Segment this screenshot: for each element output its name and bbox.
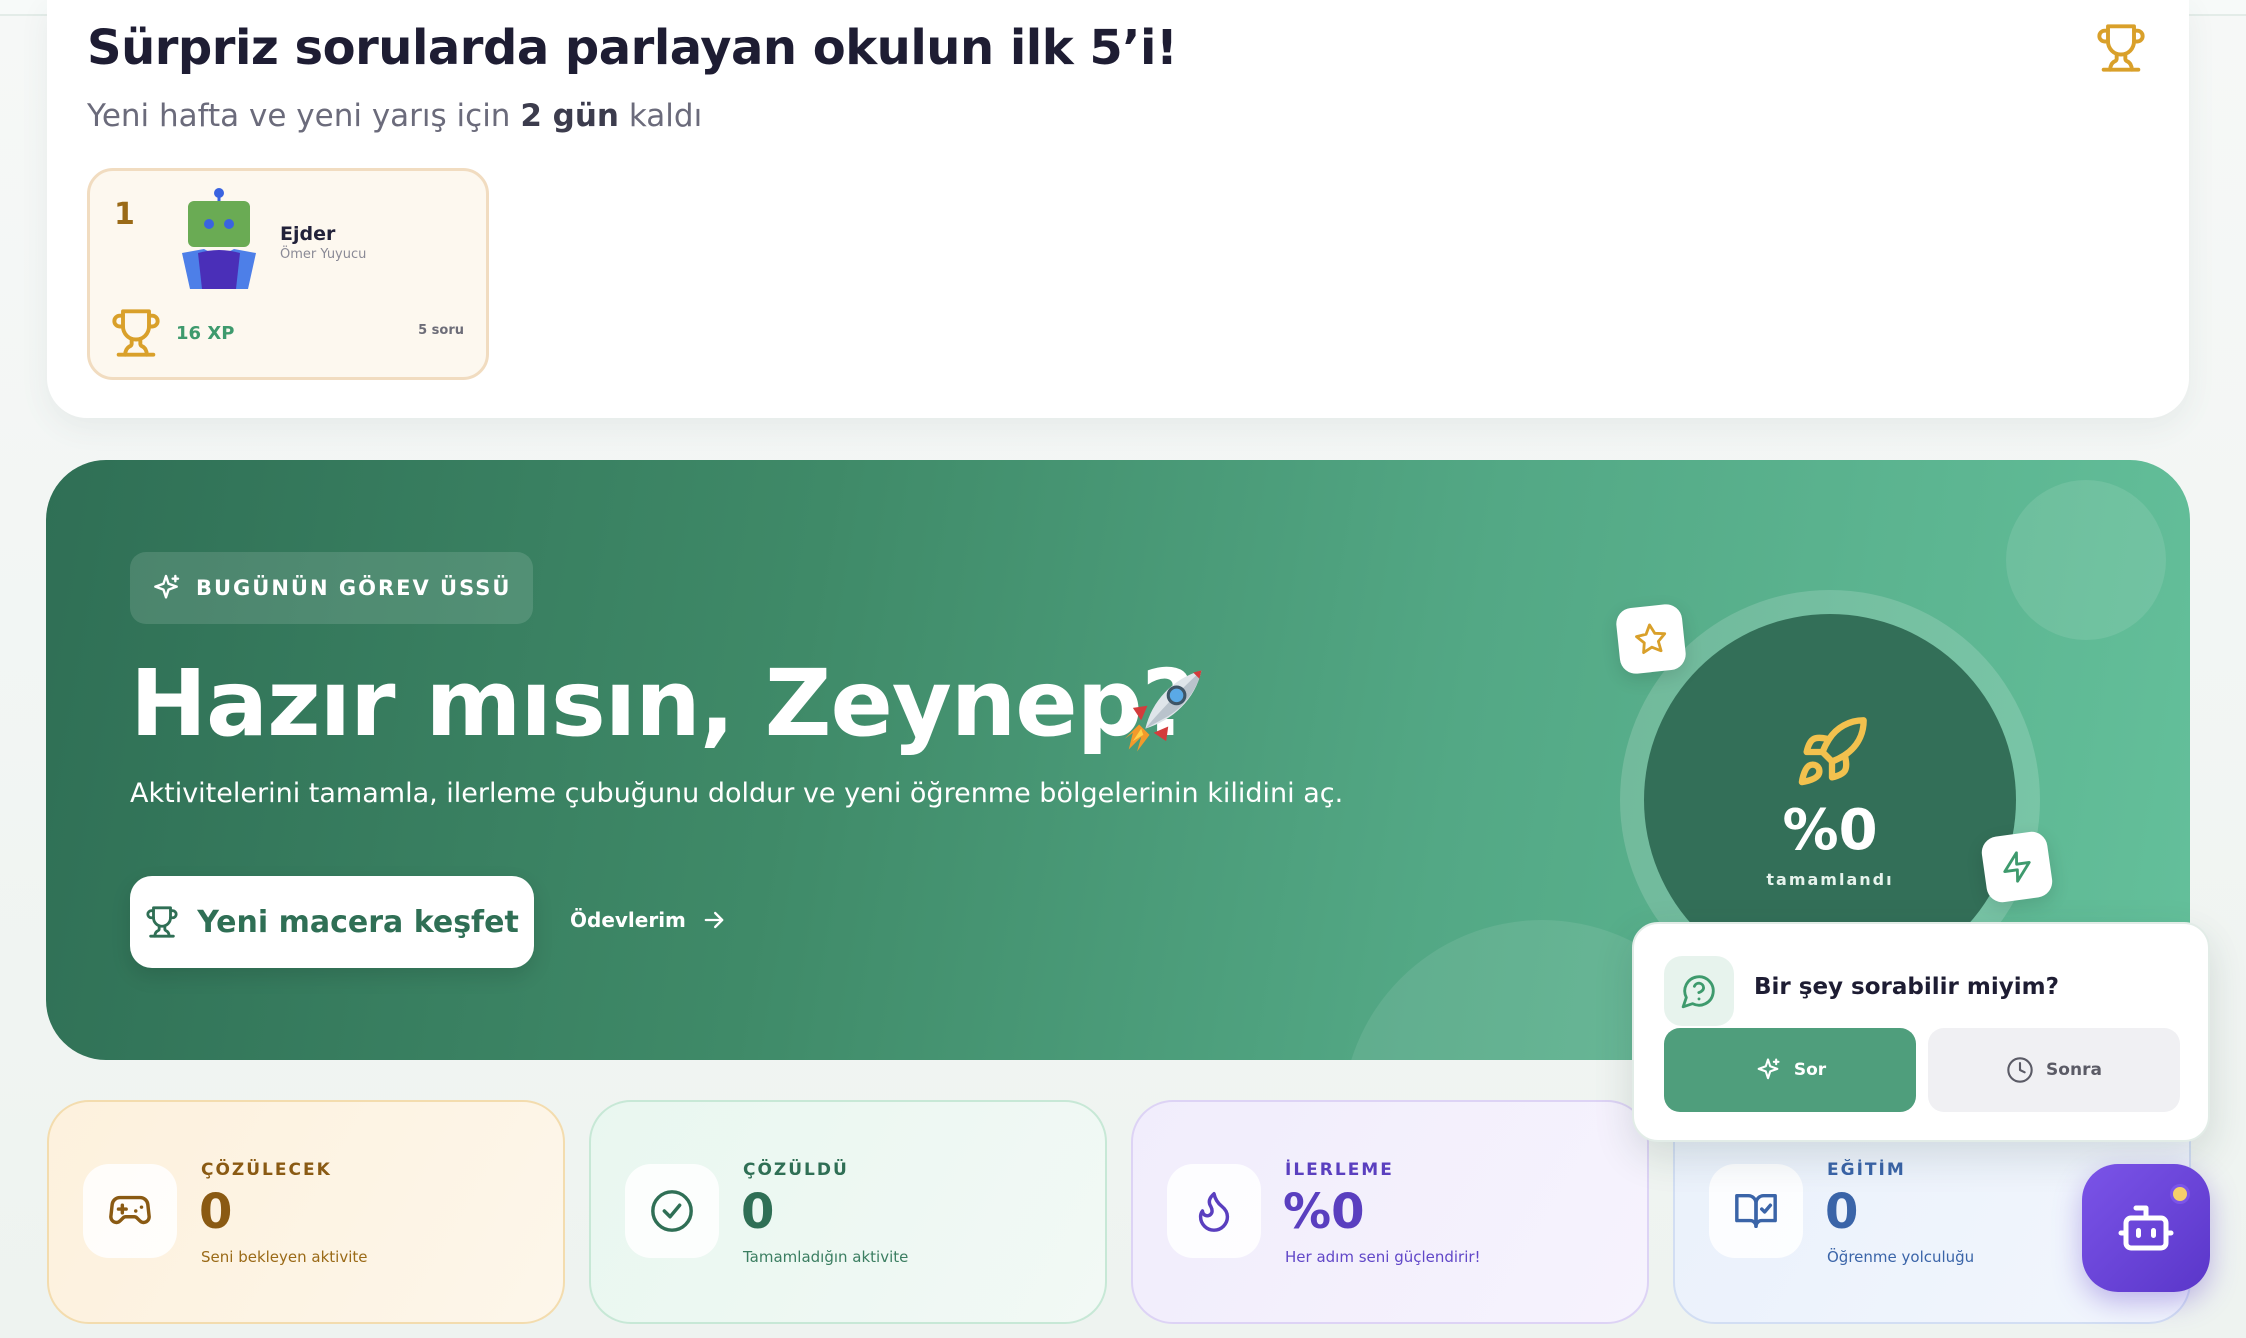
hero-badge-label: BUGÜNÜN GÖREV ÜSSÜ — [196, 576, 512, 600]
decor-circle — [2006, 480, 2166, 640]
stat-label: ÇÖZÜLDÜ — [743, 1160, 849, 1180]
leaderboard-subtitle: Yeni hafta ve yeni yarış için 2 gün kald… — [87, 98, 702, 134]
explore-adventure-label: Yeni macera keşfet — [197, 904, 519, 940]
stat-card-progress[interactable]: İLERLEME %0 Her adım seni güçlendirir! — [1131, 1100, 1649, 1324]
later-button-label: Sonra — [2046, 1060, 2102, 1080]
notification-dot — [2170, 1184, 2190, 1204]
leaderboard-entry[interactable]: 1 Ejder Ömer Yuyucu 16 XP 5 soru — [87, 168, 489, 380]
entry-student: Ömer Yuyucu — [280, 247, 367, 262]
hero-description: Aktivitelerini tamamla, ilerleme çubuğun… — [130, 778, 1344, 809]
question-bubble-icon — [1681, 975, 1715, 1009]
leaderboard-title: Sürpriz sorularda parlayan okulun ilk 5’… — [87, 20, 1178, 76]
ask-popup-title: Bir şey sorabilir miyim? — [1754, 974, 2059, 1000]
star-icon — [1635, 623, 1667, 655]
assistant-bot-button[interactable] — [2082, 1164, 2210, 1292]
sparkles-icon — [154, 574, 180, 599]
trophy-icon — [146, 906, 178, 938]
ask-button-label: Sor — [1793, 1060, 1827, 1080]
homework-link-label: Ödevlerim — [570, 908, 686, 932]
gamepad-icon — [109, 1195, 151, 1225]
subtitle-days: 2 gün — [520, 98, 620, 134]
entry-xp: 16 XP — [176, 323, 235, 344]
stat-label: İLERLEME — [1285, 1160, 1394, 1180]
leaderboard-card: Sürpriz sorularda parlayan okulun ilk 5’… — [47, 0, 2189, 418]
stat-icon-box — [1167, 1164, 1261, 1258]
hero-title: Hazır mısın, Zeynep? — [130, 650, 1195, 757]
sparkles-icon — [1757, 1058, 1780, 1080]
homework-link[interactable]: Ödevlerim — [570, 900, 728, 940]
subtitle-prefix: Yeni hafta ve yeni yarış için — [87, 98, 511, 134]
bolt-icon — [2003, 851, 2031, 883]
assistant-prompt-popup: Bir şey sorabilir miyim? Sor Sonra — [1632, 922, 2210, 1142]
rank-number: 1 — [114, 197, 135, 232]
stat-card-solved[interactable]: ÇÖZÜLDÜ 0 Tamamladığın aktivite — [589, 1100, 1107, 1324]
hero-badge: BUGÜNÜN GÖREV ÜSSÜ — [130, 552, 534, 624]
stat-description: Öğrenme yolculuğu — [1827, 1248, 1975, 1266]
bot-icon — [2118, 1205, 2174, 1251]
stat-value: 0 — [199, 1184, 233, 1240]
stat-description: Her adım seni güçlendirir! — [1285, 1248, 1481, 1266]
stat-icon-box — [83, 1164, 177, 1258]
arrow-right-icon — [704, 911, 724, 929]
trophy-icon — [2097, 24, 2145, 72]
stat-value: %0 — [1283, 1184, 1365, 1240]
stat-label: ÇÖZÜLECEK — [201, 1160, 332, 1180]
stat-value: 0 — [1825, 1184, 1859, 1240]
stat-label: EĞİTİM — [1827, 1160, 1906, 1180]
robot-avatar — [182, 188, 256, 289]
bolt-badge — [1979, 829, 2055, 905]
stat-icon-box — [625, 1164, 719, 1258]
flame-icon — [1198, 1192, 1230, 1232]
later-button[interactable]: Sonra — [1928, 1028, 2180, 1112]
subtitle-suffix: kaldı — [628, 98, 703, 134]
stat-description: Seni bekleyen aktivite — [201, 1248, 368, 1266]
ask-icon-box — [1664, 956, 1734, 1026]
book-check-icon — [1735, 1193, 1777, 1229]
progress-value: %0 — [1782, 798, 1878, 863]
stat-description: Tamamladığın aktivite — [743, 1248, 909, 1266]
clock-icon — [2007, 1057, 2033, 1083]
stat-icon-box — [1709, 1164, 1803, 1258]
rocket-icon — [1798, 717, 1867, 786]
stat-value: 0 — [741, 1184, 775, 1240]
explore-adventure-button[interactable]: Yeni macera keşfet — [130, 876, 534, 968]
check-circle-icon — [651, 1190, 693, 1232]
entry-name: Ejder — [280, 223, 336, 245]
trophy-icon — [112, 309, 160, 357]
star-badge — [1614, 602, 1688, 676]
stat-card-pending[interactable]: ÇÖZÜLECEK 0 Seni bekleyen aktivite — [47, 1100, 565, 1324]
ask-button[interactable]: Sor — [1664, 1028, 1916, 1112]
progress-label: tamamlandı — [1766, 870, 1894, 889]
entry-question-count: 5 soru — [418, 323, 464, 338]
rocket-emoji — [1124, 670, 1202, 752]
